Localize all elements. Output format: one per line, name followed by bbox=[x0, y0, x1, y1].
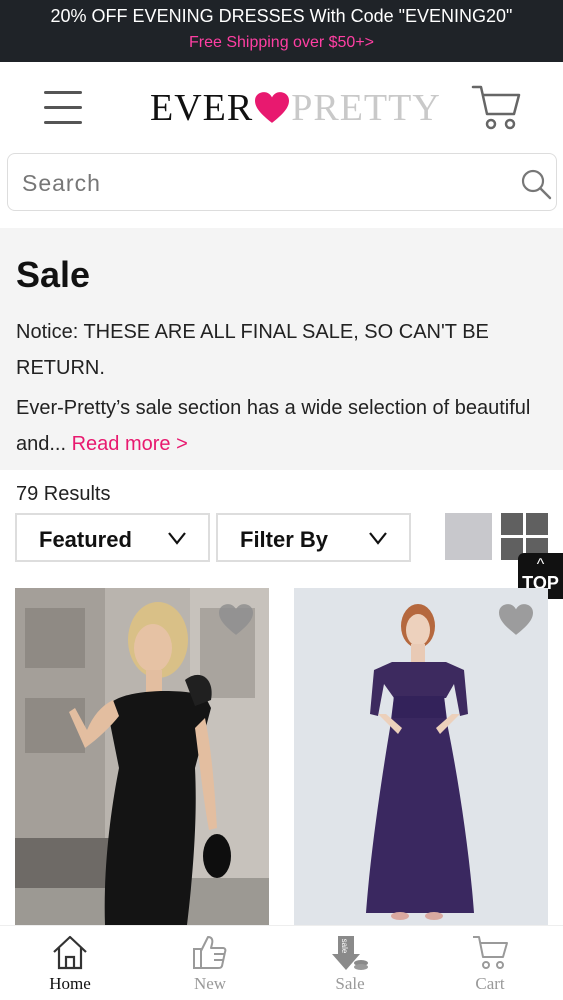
chevron-down-icon bbox=[168, 532, 186, 545]
nav-item-sale[interactable]: sale Sale bbox=[280, 926, 420, 1000]
product-image[interactable] bbox=[15, 588, 269, 925]
logo-heart-icon bbox=[255, 92, 290, 123]
filter-dropdown[interactable]: Filter By bbox=[216, 513, 411, 562]
nav-label: New bbox=[193, 974, 227, 993]
nav-label: Sale bbox=[335, 974, 365, 993]
sale-description: Ever-Pretty’s sale section has a wide se… bbox=[16, 390, 546, 462]
heart-icon[interactable] bbox=[499, 604, 533, 636]
nav-label: Cart bbox=[475, 974, 505, 993]
page-title: Sale bbox=[16, 254, 91, 295]
search-icon[interactable] bbox=[520, 168, 552, 200]
sort-dropdown[interactable]: Featured bbox=[15, 513, 210, 562]
nav-label: Home bbox=[49, 974, 91, 993]
nav-item-cart[interactable]: Cart bbox=[420, 926, 560, 1000]
product-card[interactable] bbox=[294, 588, 548, 925]
sale-tag-icon: sale bbox=[332, 936, 368, 970]
logo-text-pretty: PRETTY bbox=[291, 87, 441, 129]
shopping-cart-icon[interactable] bbox=[470, 82, 522, 132]
chevron-down-icon bbox=[369, 532, 387, 545]
read-more-link[interactable]: Read more > bbox=[72, 433, 188, 455]
nav-item-home[interactable]: Home bbox=[0, 926, 140, 1000]
house-icon bbox=[53, 935, 87, 970]
results-count: 79 Results bbox=[16, 483, 111, 505]
nav-item-new[interactable]: New bbox=[140, 926, 280, 1000]
sort-dropdown-label: Featured bbox=[39, 527, 132, 552]
single-column-view-icon[interactable] bbox=[445, 513, 492, 560]
search-input[interactable] bbox=[22, 164, 492, 202]
heart-icon[interactable] bbox=[219, 604, 253, 636]
promo-discount-text: 20% OFF EVENING DRESSES With Code "EVENI… bbox=[50, 6, 513, 26]
ever-pretty-logo[interactable]: EVER PRETTY bbox=[150, 86, 441, 130]
logo-text-ever: EVER bbox=[150, 87, 254, 129]
product-card[interactable] bbox=[15, 588, 269, 925]
sale-intro-section: Sale Notice: THESE ARE ALL FINAL SALE, S… bbox=[0, 228, 563, 470]
site-header: EVER PRETTY bbox=[0, 62, 563, 152]
bottom-navigation: Home New sale Sale Cart bbox=[0, 925, 563, 1000]
caret-up-icon: ^ bbox=[536, 556, 545, 573]
promo-banner[interactable]: 20% OFF EVENING DRESSES With Code "EVENI… bbox=[0, 0, 563, 62]
promo-shipping-link[interactable]: Free Shipping over $50+> bbox=[0, 34, 563, 52]
search-bar bbox=[7, 153, 557, 211]
thumbs-up-icon bbox=[193, 936, 227, 969]
hamburger-menu-icon[interactable] bbox=[40, 88, 88, 128]
filter-dropdown-label: Filter By bbox=[240, 527, 329, 552]
final-sale-notice: Notice: THESE ARE ALL FINAL SALE, SO CAN… bbox=[16, 321, 489, 379]
cart-icon bbox=[473, 936, 508, 969]
svg-text:sale: sale bbox=[340, 939, 349, 954]
product-image[interactable] bbox=[294, 588, 548, 925]
